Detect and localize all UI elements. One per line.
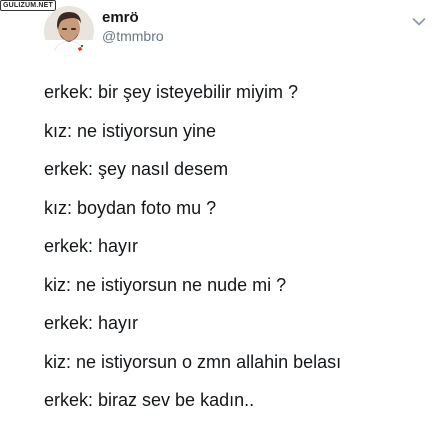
- user-handle[interactable]: @tmmbro: [102, 27, 164, 45]
- tweet-line: kız: boydan foto mu ?: [44, 197, 217, 218]
- tweet-header: emrö @tmmbro: [44, 6, 444, 56]
- tweet-line: erkek: hayır: [44, 236, 139, 256]
- tweet-line: kız: ne istiyorsun yine: [44, 120, 217, 141]
- tweet-line: erkek: şey nasıl desem: [44, 159, 229, 179]
- user-info: emrö @tmmbro: [102, 8, 164, 45]
- tweet-line: kiz: ne istiyorsun ne nude mi ?: [44, 274, 287, 295]
- tweet-line: erkek: bir şey isteyebilir miyim ?: [44, 82, 299, 102]
- avatar-photo-icon: [44, 6, 94, 56]
- tweet-menu-button[interactable]: [412, 14, 426, 26]
- tweet-line: kiz: ne istiyorsun o zmn allahin belası: [44, 351, 342, 372]
- chevron-down-icon: [412, 18, 426, 26]
- avatar[interactable]: [44, 6, 94, 56]
- tweet-line: erkek: biraz sev be kadın..: [44, 390, 255, 410]
- tweet-line: erkek: hayır: [44, 313, 139, 333]
- tweet-text: erkek: bir şey isteyebilir miyim ? kız: …: [44, 82, 444, 429]
- display-name[interactable]: emrö: [102, 8, 164, 27]
